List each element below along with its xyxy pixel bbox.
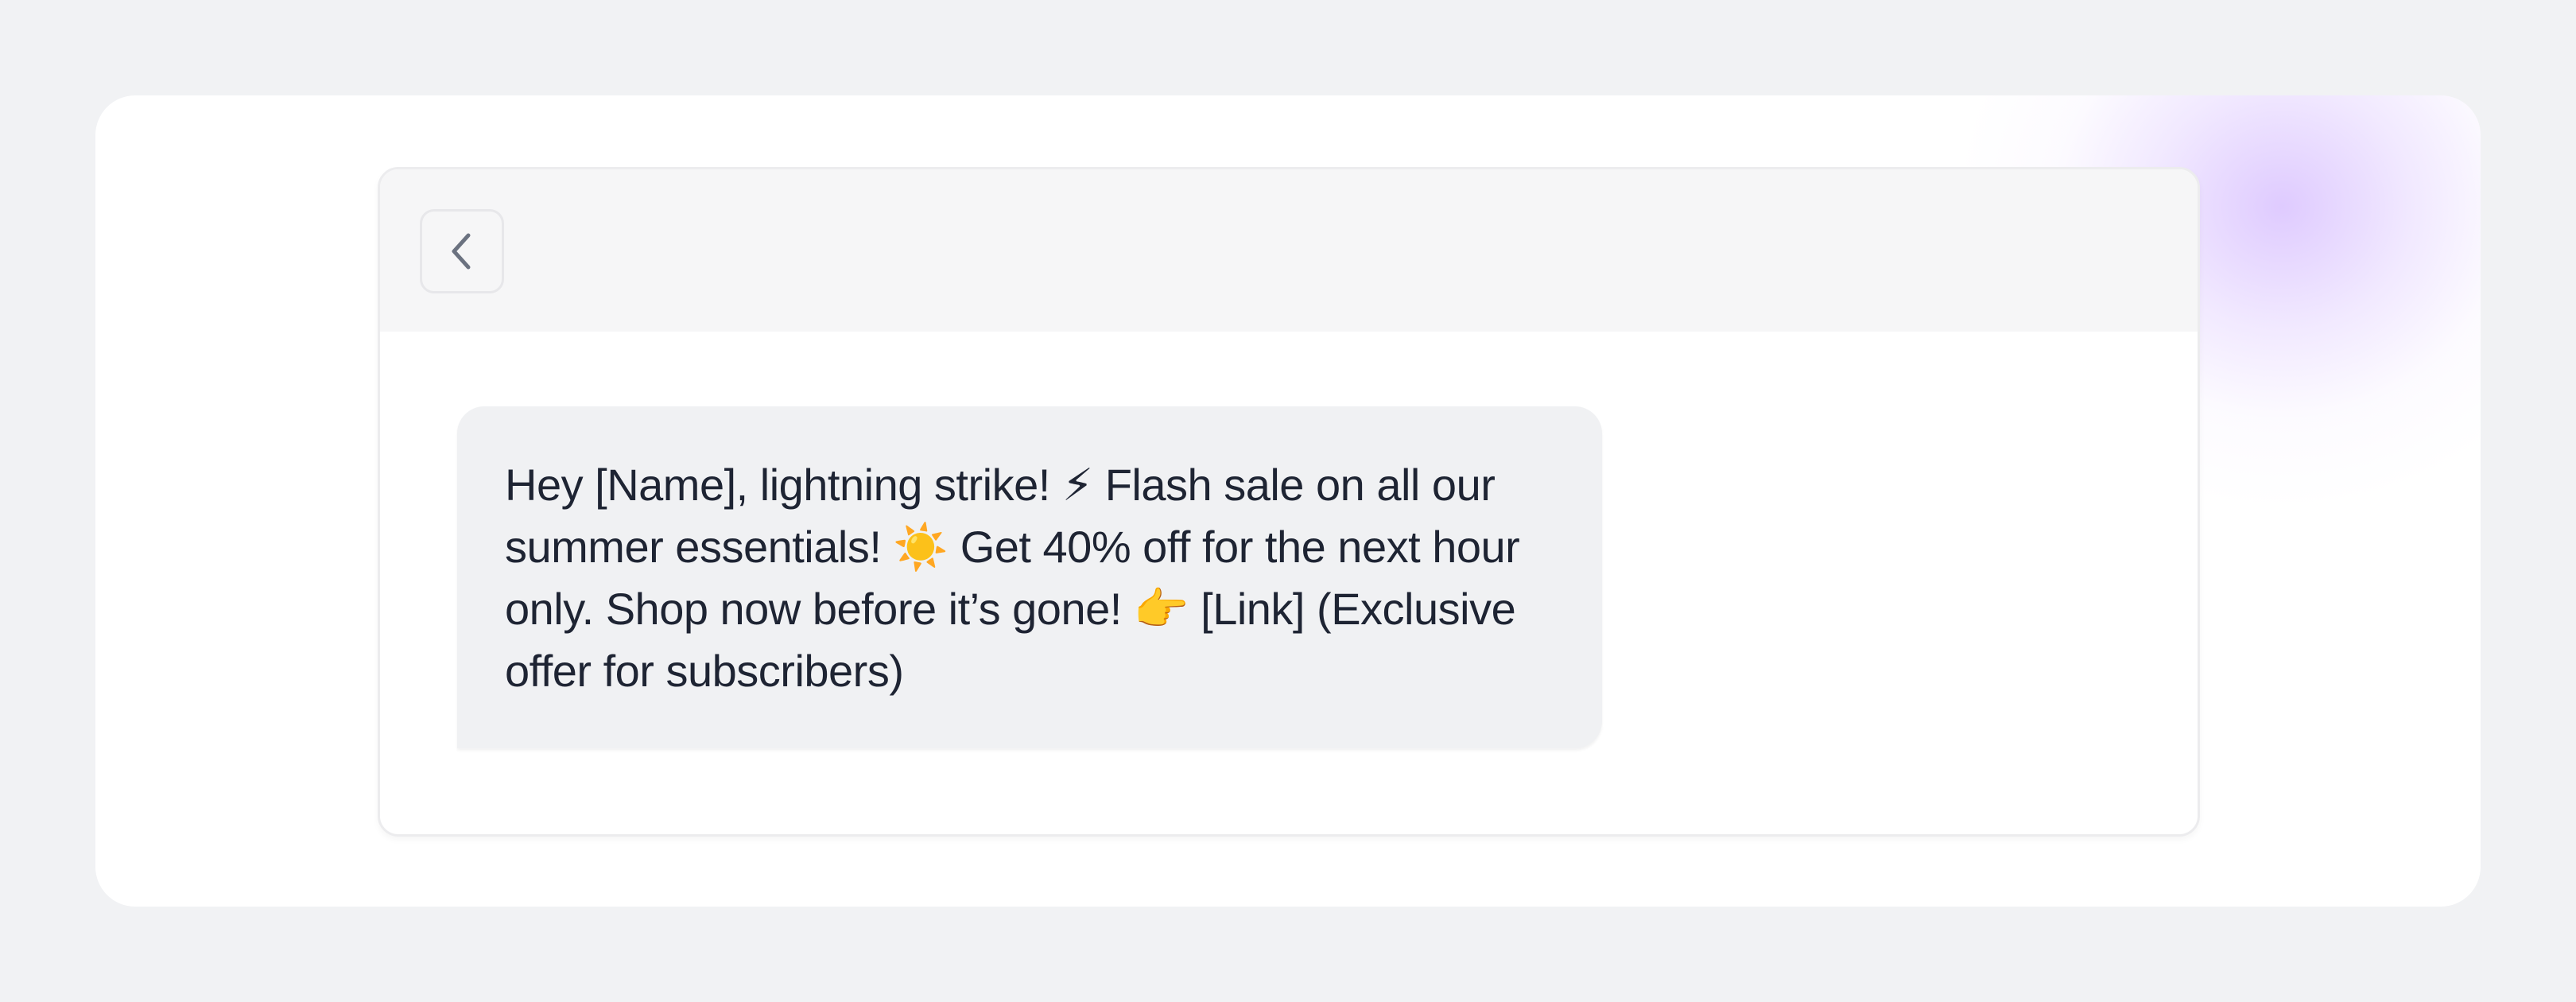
back-button[interactable] — [420, 209, 504, 293]
conversation-header — [380, 169, 2198, 332]
message-preview-frame: Hey [Name], lightning strike! ⚡ Flash sa… — [378, 167, 2200, 837]
message-bubble: Hey [Name], lightning strike! ⚡ Flash sa… — [457, 406, 1602, 748]
chevron-left-icon — [446, 229, 478, 274]
preview-card: Hey [Name], lightning strike! ⚡ Flash sa… — [95, 95, 2481, 907]
message-text: Hey [Name], lightning strike! ⚡ Flash sa… — [505, 460, 1520, 696]
